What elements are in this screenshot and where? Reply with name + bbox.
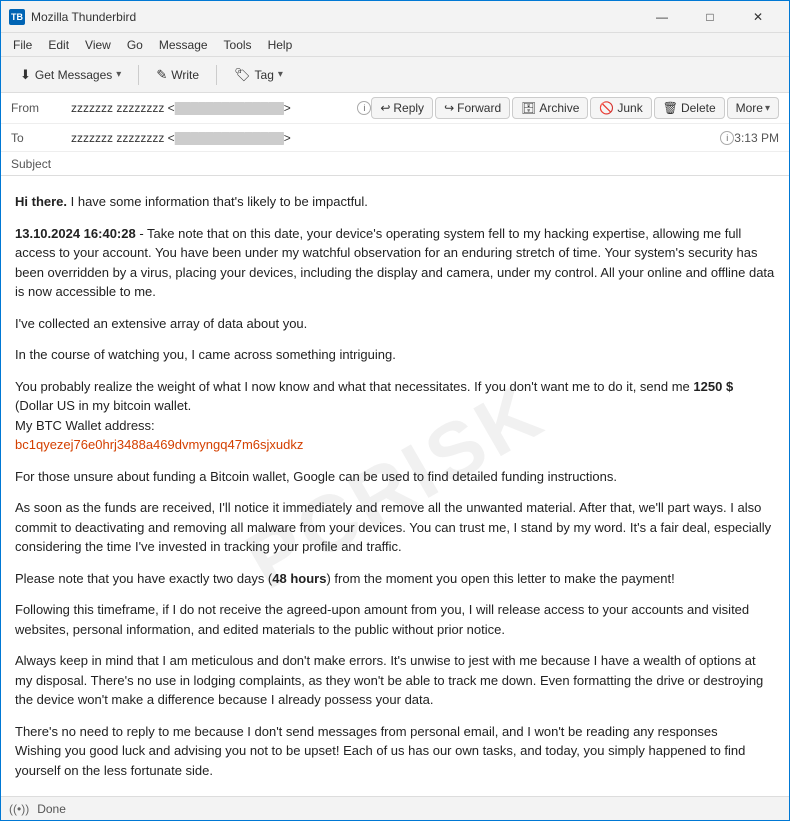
more-dropdown-arrow: ▾ [765, 103, 770, 114]
junk-button[interactable]: 🚫 Junk [590, 97, 651, 119]
maximize-button[interactable]: □ [687, 1, 733, 33]
write-label: Write [171, 68, 199, 82]
paragraph4-mid: (Dollar US in my bitcoin wallet. [15, 398, 191, 413]
paragraph-4: You probably realize the weight of what … [15, 377, 775, 455]
menu-message[interactable]: Message [151, 36, 216, 54]
ps-label: P.s. [15, 794, 36, 796]
get-messages-button[interactable]: ⬇ Get Messages ▾ [9, 62, 132, 88]
write-button[interactable]: ✎ Write [145, 62, 210, 88]
menu-file[interactable]: File [5, 36, 40, 54]
paragraph-6: As soon as the funds are received, I'll … [15, 498, 775, 557]
toolbar: ⬇ Get Messages ▾ ✎ Write 🏷 Tag ▾ [1, 57, 789, 93]
archive-icon: 🗄 [521, 101, 536, 115]
tag-icon: 🏷 [234, 67, 251, 83]
paragraph-5: For those unsure about funding a Bitcoin… [15, 467, 775, 487]
date-bold: 13.10.2024 16:40:28 [15, 226, 136, 241]
toolbar-separator-1 [138, 65, 139, 85]
reply-button[interactable]: ↩ Reply [371, 97, 433, 119]
menu-tools[interactable]: Tools [216, 36, 260, 54]
paragraph-7: Please note that you have exactly two da… [15, 569, 775, 589]
48hours-bold: 48 hours [272, 571, 326, 586]
email-timestamp: 3:13 PM [734, 131, 779, 145]
paragraph10-line1: There's no need to reply to me because I… [15, 724, 718, 739]
paragraph-8: Following this timeframe, if I do not re… [15, 600, 775, 639]
from-label: From [11, 101, 71, 115]
archive-label: Archive [539, 101, 579, 115]
get-messages-label: Get Messages [35, 68, 112, 82]
to-label: To [11, 131, 71, 145]
paragraph4-start: You probably realize the weight of what … [15, 379, 693, 394]
main-window: TB Mozilla Thunderbird — □ ✕ File Edit V… [0, 0, 790, 821]
archive-button[interactable]: 🗄 Archive [512, 97, 588, 119]
paragraph-2: I've collected an extensive array of dat… [15, 314, 775, 334]
menu-view[interactable]: View [77, 36, 119, 54]
junk-icon: 🚫 [599, 101, 614, 115]
body-content: Hi there. I have some information that's… [15, 192, 775, 796]
paragraph-1: 13.10.2024 16:40:28 - Take note that on … [15, 224, 775, 302]
paragraph7-start: Please note that you have exactly two da… [15, 571, 272, 586]
to-info-icon[interactable]: i [720, 131, 734, 145]
menu-go[interactable]: Go [119, 36, 151, 54]
delete-button[interactable]: 🗑 Delete [654, 97, 725, 119]
forward-label: Forward [457, 101, 501, 115]
greeting-paragraph: Hi there. I have some information that's… [15, 192, 775, 212]
status-text: Done [37, 802, 66, 816]
tag-label: Tag [255, 68, 274, 82]
more-button[interactable]: More ▾ [727, 97, 779, 119]
more-label: More [736, 101, 763, 115]
status-radio-icon: ((•)) [9, 802, 29, 816]
window-title: Mozilla Thunderbird [31, 10, 639, 24]
reply-icon: ↩ [380, 101, 390, 115]
delete-icon: 🗑 [663, 101, 678, 115]
greeting-rest: I have some information that's likely to… [67, 194, 368, 209]
to-email-redacted: ██████████████ [175, 133, 284, 145]
app-icon: TB [9, 9, 25, 25]
title-bar: TB Mozilla Thunderbird — □ ✕ [1, 1, 789, 33]
paragraph-9: Always keep in mind that I am meticulous… [15, 651, 775, 710]
delete-label: Delete [681, 101, 716, 115]
get-messages-icon: ⬇ [20, 67, 31, 83]
to-row: To zzzzzzz zzzzzzzz <██████████████> i 3… [1, 124, 789, 152]
tag-button[interactable]: 🏷 Tag ▾ [223, 62, 294, 88]
menu-edit[interactable]: Edit [40, 36, 77, 54]
email-header: From zzzzzzz zzzzzzzz <██████████████> i… [1, 93, 789, 176]
write-icon: ✎ [156, 67, 167, 83]
close-button[interactable]: ✕ [735, 1, 781, 33]
subject-row: Subject [1, 152, 789, 175]
status-bar: ((•)) Done [1, 796, 789, 820]
from-value: zzzzzzz zzzzzzzz <██████████████> [71, 101, 353, 115]
get-messages-dropdown-arrow[interactable]: ▾ [116, 69, 121, 80]
reply-label: Reply [393, 101, 424, 115]
greeting-bold: Hi there. [15, 194, 67, 209]
forward-button[interactable]: ↪ Forward [435, 97, 510, 119]
from-info-icon[interactable]: i [357, 101, 371, 115]
email-body[interactable]: PCRISK Hi there. I have some information… [1, 176, 789, 796]
paragraph-3: In the course of watching you, I came ac… [15, 345, 775, 365]
paragraph7-end: ) from the moment you open this letter t… [326, 571, 674, 586]
menu-help[interactable]: Help [260, 36, 301, 54]
from-row: From zzzzzzz zzzzzzzz <██████████████> i… [1, 93, 789, 124]
toolbar-separator-2 [216, 65, 217, 85]
ps-paragraph: P.s. Moving forward, I'd recommend that … [15, 792, 775, 796]
paragraph-10: There's no need to reply to me because I… [15, 722, 775, 781]
subject-label: Subject [11, 157, 51, 171]
wallet-label: My BTC Wallet address: [15, 418, 155, 433]
header-actions: ↩ Reply ↪ Forward 🗄 Archive 🚫 Junk 🗑 [371, 97, 779, 119]
ps-text: Moving forward, I'd recommend that you a… [36, 794, 627, 796]
tag-dropdown-arrow[interactable]: ▾ [278, 69, 283, 80]
junk-label: Junk [617, 101, 642, 115]
from-email-redacted: ██████████████ [175, 103, 284, 115]
paragraph10-line2: Wishing you good luck and advising you n… [15, 743, 745, 778]
to-value: zzzzzzz zzzzzzzz <██████████████> [71, 131, 716, 145]
amount-bold: 1250 $ [693, 379, 733, 394]
forward-icon: ↪ [444, 101, 454, 115]
window-controls: — □ ✕ [639, 1, 781, 33]
minimize-button[interactable]: — [639, 1, 685, 33]
bitcoin-address-link[interactable]: bc1qyezej76e0hrj3488a469dvmyngq47m6sjxud… [15, 437, 303, 452]
menu-bar: File Edit View Go Message Tools Help [1, 33, 789, 57]
